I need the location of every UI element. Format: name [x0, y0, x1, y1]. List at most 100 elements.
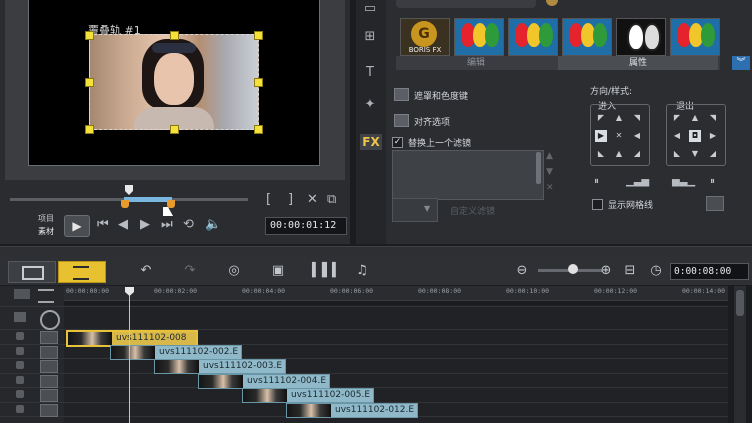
timeline-clip[interactable]: uvs111102-004.E: [198, 374, 330, 389]
show-grid-checkbox[interactable]: [592, 199, 603, 210]
fit-project-icon[interactable]: ⊟: [620, 262, 640, 280]
exit-sw-icon[interactable]: ◣: [671, 148, 683, 160]
exit-e-icon[interactable]: ▶: [707, 130, 719, 142]
enter-center-icon[interactable]: ✕: [613, 130, 625, 142]
track-manager-icon[interactable]: [14, 289, 30, 299]
go-end-icon[interactable]: ⏭: [161, 217, 173, 233]
zoom-in-icon[interactable]: ⊕: [596, 262, 616, 280]
filter-down-icon[interactable]: ▼: [546, 164, 553, 180]
resize-handle-tm[interactable]: [170, 31, 179, 40]
filter-category-dropdown[interactable]: [396, 0, 536, 8]
media-icon[interactable]: ▭: [360, 0, 380, 18]
video-track-icon[interactable]: [40, 310, 60, 330]
filter-thumb-3[interactable]: [562, 18, 612, 56]
exit-w-icon[interactable]: ◀: [671, 130, 683, 142]
overlay-track-icon[interactable]: [40, 331, 58, 344]
trim-range[interactable]: [124, 197, 172, 202]
enter-pause-icon[interactable]: ⏸: [594, 174, 599, 190]
mode-clip-label[interactable]: 素材: [38, 226, 54, 237]
auto-music-icon[interactable]: ♫: [352, 262, 372, 280]
snapshot-icon[interactable]: ▣: [268, 262, 288, 280]
filter-list-scroll[interactable]: [536, 152, 541, 184]
resize-handle-tl[interactable]: [85, 31, 94, 40]
exit-s-icon[interactable]: ▼: [689, 148, 701, 160]
expand-chevron-icon[interactable]: ︾: [732, 56, 750, 70]
exit-fade-icon[interactable]: ▅▃▁: [672, 174, 695, 190]
tab-edit[interactable]: 编辑: [396, 56, 556, 70]
tab-attributes[interactable]: 属性: [558, 56, 718, 70]
resize-handle-mr[interactable]: [254, 78, 263, 87]
mark-out-icon[interactable]: ]: [288, 192, 293, 208]
align-option[interactable]: 对齐选项: [414, 115, 450, 128]
resize-handle-bl[interactable]: [85, 125, 94, 134]
overlay-track-icon[interactable]: [40, 375, 58, 388]
enter-s-icon[interactable]: ▲: [613, 148, 625, 160]
exit-se-icon[interactable]: ◢: [707, 148, 719, 160]
zoom-slider-knob[interactable]: [568, 264, 578, 274]
timecode-field[interactable]: 00:00:01:12: [265, 217, 347, 235]
undo-icon[interactable]: ↶: [136, 262, 156, 280]
trim-start-marker[interactable]: [121, 200, 129, 208]
filter-thumb-5[interactable]: [670, 18, 720, 56]
overlay-track-icon[interactable]: [40, 360, 58, 373]
title-icon[interactable]: T: [360, 64, 380, 82]
timeline-clip[interactable]: uvs111102-012.E: [286, 403, 418, 418]
resize-handle-tr[interactable]: [254, 31, 263, 40]
enlarge-preview-icon[interactable]: ⧉: [327, 192, 336, 208]
split-clip-icon[interactable]: ✕: [307, 192, 318, 208]
mask-icon[interactable]: [394, 88, 409, 101]
preset-arrow-icon[interactable]: ▼: [424, 200, 434, 218]
panel-divider[interactable]: [0, 246, 752, 257]
exit-center-icon[interactable]: ◘: [689, 130, 701, 142]
next-frame-icon[interactable]: ▶: [140, 217, 150, 233]
record-capture-icon[interactable]: ◎: [224, 262, 244, 280]
zoom-out-icon[interactable]: ⊖: [512, 262, 532, 280]
enter-sw-icon[interactable]: ◣: [595, 148, 607, 160]
overlay-image[interactable]: [89, 34, 259, 130]
track-lock-icon[interactable]: [16, 347, 24, 355]
timeline-clip[interactable]: uvs111102-003.E: [154, 359, 286, 374]
filter-up-icon[interactable]: ▲: [546, 148, 553, 164]
play-button[interactable]: ▶: [64, 215, 90, 237]
enter-w-icon[interactable]: ▶: [595, 130, 607, 142]
replace-filter-checkbox[interactable]: ✓: [392, 137, 403, 148]
enter-n-icon[interactable]: ▲: [613, 112, 625, 124]
custom-filter-button[interactable]: 自定义滤镜: [450, 204, 495, 217]
timeline-clip[interactable]: uvs111102-005.E: [242, 388, 374, 403]
track-lock-icon[interactable]: [16, 405, 24, 413]
enter-fade-icon[interactable]: ▁▃▅: [626, 174, 649, 190]
volume-icon[interactable]: 🔈: [205, 217, 221, 233]
exit-ne-icon[interactable]: ◥: [707, 112, 719, 124]
overlay-track-icon[interactable]: [40, 404, 58, 417]
track-list-icon[interactable]: [38, 289, 54, 303]
playhead-line[interactable]: [129, 290, 130, 423]
exit-pause-icon[interactable]: ⏸: [710, 174, 715, 190]
fx-filter-icon[interactable]: FX: [360, 134, 382, 150]
prev-frame-icon[interactable]: ◀: [118, 217, 128, 233]
mark-in-icon[interactable]: [: [266, 192, 271, 208]
filter-thumb-4[interactable]: [616, 18, 666, 56]
redo-icon[interactable]: ↷: [180, 262, 200, 280]
exit-n-icon[interactable]: ▲: [689, 112, 701, 124]
track-lock-icon[interactable]: [16, 376, 24, 384]
resize-handle-br[interactable]: [254, 125, 263, 134]
enter-se-icon[interactable]: ◢: [631, 148, 643, 160]
track-lock-icon[interactable]: [16, 361, 24, 369]
resize-handle-bm[interactable]: [170, 125, 179, 134]
overlay-track-icon[interactable]: [40, 346, 58, 359]
track-visibility-icon[interactable]: [14, 312, 26, 322]
repeat-icon[interactable]: ⟲: [183, 217, 194, 233]
resize-handle-ml[interactable]: [85, 78, 94, 87]
track-lock-icon[interactable]: [16, 332, 24, 340]
enter-ne-icon[interactable]: ◥: [631, 112, 643, 124]
filter-thumb-1[interactable]: [454, 18, 504, 56]
overlay-track-icon[interactable]: [40, 389, 58, 402]
audio-mixer-icon[interactable]: ▍▌▍: [312, 262, 342, 280]
filter-thumb-2[interactable]: [508, 18, 558, 56]
timeline-scroll-thumb[interactable]: [736, 290, 744, 316]
go-start-icon[interactable]: ⏮: [97, 217, 109, 233]
track-lock-icon[interactable]: [16, 390, 24, 398]
grid-settings-icon[interactable]: [706, 196, 724, 211]
mask-chroma-option[interactable]: 遮罩和色度键: [414, 89, 468, 102]
mode-project-label[interactable]: 项目: [38, 213, 54, 224]
